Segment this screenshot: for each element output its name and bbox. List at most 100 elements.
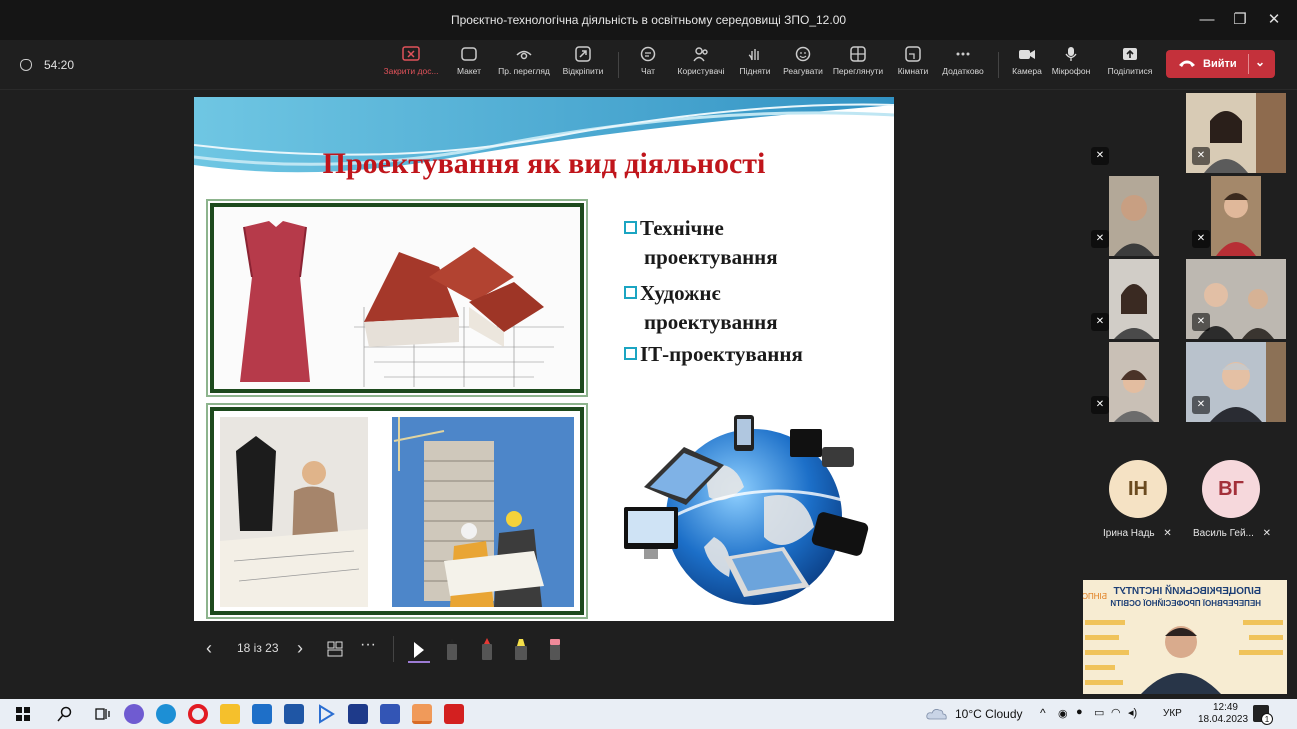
participant-video: [1109, 259, 1159, 339]
banner-line-1: БІЛОЦЕРКІВСЬКИЙ ІНСТИТУТ: [1113, 586, 1262, 597]
clock[interactable]: 12:49 18.04.2023: [1198, 702, 1248, 726]
unpin-icon: [575, 46, 591, 62]
document-app-icon[interactable]: [380, 704, 400, 724]
more-button[interactable]: Додатково: [938, 46, 988, 76]
banner-line-2: НЕПЕРЕРВНОЇ ПРОФЕСІЙНОЇ ОСВІТИ: [1110, 599, 1261, 608]
toolbar-divider: [998, 52, 999, 78]
leave-button[interactable]: Вийти ⌄: [1166, 50, 1275, 78]
designer-and-builders-image: [214, 411, 580, 611]
microphone-icon: [1065, 47, 1077, 61]
page-indicator: 18 із 23: [237, 641, 279, 655]
pdf-reader-icon[interactable]: [444, 704, 464, 724]
view-button[interactable]: Переглянути: [830, 46, 886, 76]
video-tile-4[interactable]: ✕: [1186, 176, 1286, 256]
pen-black-icon[interactable]: [444, 638, 460, 660]
video-tile-7[interactable]: ✕: [1085, 342, 1183, 422]
save-icon[interactable]: [284, 704, 304, 724]
unpin-button[interactable]: Відкріпити: [558, 46, 608, 76]
toolbar-divider: [618, 52, 619, 78]
react-button[interactable]: Реагувати: [779, 46, 827, 76]
opera-icon[interactable]: [188, 704, 208, 724]
chat-button[interactable]: Чат: [633, 46, 663, 76]
video-tile-2[interactable]: ✕: [1186, 93, 1286, 173]
window-title: Проєктно-технологічна діяльність в освіт…: [450, 13, 847, 27]
more-options-icon[interactable]: ···: [360, 636, 376, 654]
chevron-down-icon[interactable]: ⌄: [1255, 55, 1265, 69]
rooms-icon: [905, 46, 921, 62]
mic-off-icon: ✕: [1091, 147, 1109, 165]
share-icon: [1123, 48, 1137, 60]
edge-icon[interactable]: [156, 704, 176, 724]
presenter-video: [1085, 620, 1283, 694]
tray-app-icon[interactable]: ◉: [1058, 707, 1068, 720]
tray-chevron-up-icon[interactable]: ^: [1040, 706, 1046, 720]
participant-name-vg: Василь Гей... ✕: [1193, 528, 1272, 539]
rooms-label: Кімнати: [897, 66, 929, 76]
video-tile-6[interactable]: ✕: [1186, 259, 1286, 339]
eye-icon: [516, 50, 532, 60]
slides-grid-icon[interactable]: [327, 641, 343, 657]
microphone-label: Мікрофон: [1051, 66, 1091, 76]
mic-off-icon: ✕: [1192, 313, 1210, 331]
people-icon: [693, 47, 708, 62]
pen-red-icon[interactable]: [479, 638, 495, 660]
participant-avatar-in[interactable]: ІН: [1109, 460, 1167, 518]
participant-video: [1211, 176, 1261, 256]
people-label: Користувачі: [677, 66, 725, 76]
layout-label: Макет: [456, 66, 482, 76]
checkbox-bullet-icon: [624, 347, 637, 360]
video-tile-3[interactable]: ✕: [1085, 176, 1183, 256]
time-text: 12:49: [1212, 702, 1238, 713]
preview-button[interactable]: Пр. перегляд: [493, 46, 555, 76]
presenter-video-tile[interactable]: БІЛОЦЕРКІВСЬКИЙ ІНСТИТУТ НЕПЕРЕРВНОЇ ПРО…: [1083, 580, 1287, 694]
video-tile-8[interactable]: ✕: [1186, 342, 1286, 422]
previous-slide-button[interactable]: ‹: [206, 638, 212, 659]
image-frame-practice: [210, 407, 584, 615]
volume-icon[interactable]: ◂): [1128, 706, 1137, 719]
camera-icon: [1019, 50, 1035, 59]
grid-icon: [850, 46, 866, 62]
share-button[interactable]: Поділитися: [1103, 46, 1157, 76]
more-label: Додатково: [942, 66, 984, 76]
teams-taskbar-icon[interactable]: [124, 704, 144, 724]
participant-video: [1109, 342, 1159, 422]
file-explorer-icon[interactable]: [220, 704, 240, 724]
chat-label: Чат: [640, 66, 656, 76]
layout-icon: [461, 47, 477, 61]
pointer-tool-icon[interactable]: [408, 639, 430, 663]
onenote-icon[interactable]: [348, 704, 368, 724]
participant-avatar-vg[interactable]: ВГ: [1202, 460, 1260, 518]
banner-brand: БІНПО: [1083, 592, 1107, 601]
meeting-toolbar: 54:20 Закрити дос... Макет Пр. перегляд …: [0, 40, 1297, 90]
language-indicator[interactable]: УКР: [1163, 708, 1182, 719]
stop-sharing-button[interactable]: Закрити дос...: [381, 46, 441, 76]
highlighter-icon[interactable]: [513, 638, 529, 660]
minimize-button[interactable]: —: [1192, 8, 1222, 32]
active-app-icon[interactable]: [412, 704, 432, 724]
wifi-icon[interactable]: ◠: [1111, 706, 1121, 719]
cloud-icon: [926, 709, 947, 720]
weather-text[interactable]: 10°C Cloudy: [955, 707, 1023, 721]
video-tile-1[interactable]: ✕: [1085, 93, 1183, 173]
next-slide-button[interactable]: ›: [297, 638, 303, 659]
maximize-button[interactable]: ❐: [1225, 8, 1255, 32]
raise-hand-button[interactable]: Підняти: [734, 46, 776, 76]
eraser-icon[interactable]: [547, 638, 563, 660]
layout-button[interactable]: Макет: [451, 46, 487, 76]
windows-start-icon[interactable]: [16, 707, 30, 721]
mail-icon[interactable]: [252, 704, 272, 724]
tray-mic-icon[interactable]: ●: [1076, 706, 1083, 718]
battery-icon[interactable]: ▭: [1094, 706, 1104, 719]
windows-taskbar: 10°C Cloudy ^ ◉ ● ▭ ◠ ◂) УКР 12:49 18.04.…: [0, 699, 1297, 729]
people-button[interactable]: Користувачі: [672, 46, 730, 76]
rooms-button[interactable]: Кімнати: [893, 46, 933, 76]
leave-separator: [1248, 54, 1249, 74]
close-window-button[interactable]: ✕: [1259, 8, 1289, 32]
video-tile-5[interactable]: ✕: [1085, 259, 1183, 339]
task-view-icon[interactable]: [94, 706, 110, 722]
microphone-button[interactable]: Мікрофон: [1040, 46, 1102, 76]
notification-icon[interactable]: 1: [1253, 705, 1273, 725]
search-icon[interactable]: [57, 706, 73, 722]
media-player-icon[interactable]: [316, 704, 336, 724]
hand-icon: [748, 49, 759, 61]
